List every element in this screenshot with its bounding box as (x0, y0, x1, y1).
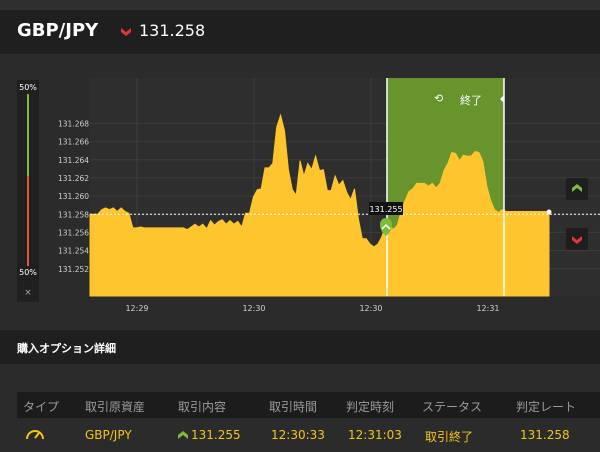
details-panel-header: 購入オプション詳細 (0, 330, 600, 364)
entry-rate-label: 131.255 (369, 205, 402, 214)
table-row[interactable]: GBP/JPY 131.255 12:30:33 12:31:03 取引終了 1… (17, 418, 600, 452)
y-tick-label: 131.262 (58, 174, 89, 183)
y-tick-label: 131.254 (58, 247, 89, 256)
y-axis-labels: 131.252 131.254 131.256 131.258 131.260 131.2… (58, 119, 89, 273)
y-tick-label: 131.252 (58, 265, 89, 274)
down-arrow-icon (121, 28, 131, 36)
col-type: タイプ (23, 400, 60, 414)
gauge-icon (26, 430, 44, 440)
high-arrow-icon (572, 184, 582, 192)
col-status: ステータス (422, 400, 483, 414)
top-strip (0, 0, 600, 10)
cell-status: 取引終了 (425, 430, 474, 444)
current-rate: 131.258 (139, 21, 206, 40)
y-tick-label: 131.268 (58, 119, 89, 128)
price-chart: 131.252 131.254 131.256 131.258 131.260 131.2… (58, 78, 600, 313)
col-entry: 取引内容 (178, 400, 227, 414)
y-tick-label: 131.258 (58, 210, 89, 219)
col-judge-rate: 判定レート (516, 400, 577, 414)
cell-judge-rate: 131.258 (520, 428, 570, 442)
low-button[interactable] (566, 228, 588, 250)
current-point (546, 209, 552, 215)
high-button[interactable] (566, 178, 588, 200)
y-tick-label: 131.256 (58, 228, 89, 237)
x-tick-label: 12:30 (242, 304, 265, 313)
cell-judge-time: 12:31:03 (348, 428, 402, 442)
x-tick-label: 12:31 (476, 304, 499, 313)
details-title: 購入オプション詳細 (17, 342, 116, 355)
y-tick-label: 131.260 (58, 192, 89, 201)
cell-asset: GBP/JPY (85, 428, 132, 442)
col-asset: 取引原資産 (85, 400, 146, 414)
cell-trade-time: 12:30:33 (271, 428, 325, 442)
asset-pair: GBP/JPY (17, 20, 99, 41)
x-axis-labels: 12:29 12:30 12:30 12:31 (125, 304, 499, 313)
x-tick-label: 12:29 (125, 304, 148, 313)
up-arrow-icon (178, 431, 188, 439)
cell-entry: 131.255 (191, 428, 241, 442)
table-header: タイプ 取引原資産 取引内容 取引時間 判定時刻 ステータス 判定レート (17, 392, 600, 418)
low-arrow-icon (572, 236, 582, 244)
y-tick-label: 131.266 (58, 138, 89, 147)
x-tick-label: 12:30 (359, 304, 382, 313)
col-trade-time: 取引時間 (269, 400, 318, 414)
col-judge-time: 判定時刻 (346, 400, 395, 414)
asset-header: GBP/JPY 131.258 (0, 10, 600, 54)
clock-icon: ⟲ (434, 92, 443, 105)
end-label: 終了 (460, 93, 482, 107)
y-tick-label: 131.264 (58, 156, 89, 165)
